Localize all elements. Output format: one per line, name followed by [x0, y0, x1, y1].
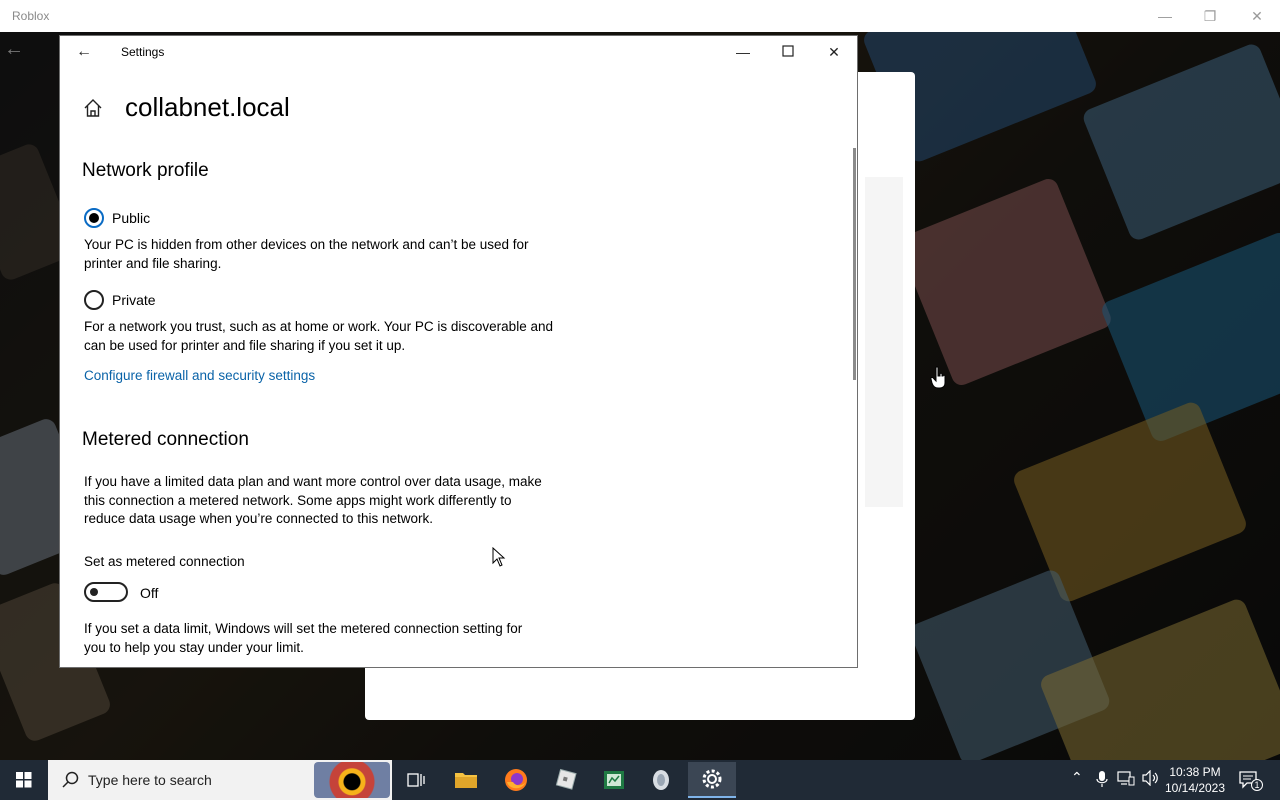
private-description: For a network you trust, such as at home… — [84, 319, 553, 353]
microphone-icon[interactable] — [1096, 770, 1108, 791]
page-title: collabnet.local — [125, 92, 290, 122]
restore-icon[interactable]: ❐ — [1198, 6, 1222, 26]
close-icon[interactable]: ✕ — [1245, 6, 1269, 26]
roblox-window-title: Roblox — [12, 9, 50, 23]
spreadsheet-app-icon[interactable] — [594, 764, 634, 796]
close-icon[interactable]: ✕ — [821, 40, 847, 64]
private-radio[interactable] — [84, 290, 104, 310]
show-hidden-icons-chevron-icon[interactable]: ⌃ — [1071, 769, 1083, 786]
firewall-settings-link[interactable]: Configure firewall and security settings — [84, 368, 315, 383]
metered-connection-heading: Metered connection — [82, 429, 249, 450]
volume-icon[interactable] — [1142, 769, 1160, 789]
taskbar: Type here to search ⌃ 10:38 PM 10/14/202… — [0, 760, 1280, 800]
maximize-icon[interactable] — [775, 40, 801, 64]
network-profile-heading: Network profile — [82, 160, 209, 181]
roblox-dialog-panel — [865, 177, 903, 507]
task-view-icon[interactable] — [396, 764, 436, 796]
search-placeholder: Type here to search — [88, 772, 212, 788]
roblox-titlebar: Roblox — ❐ ✕ — [0, 0, 1280, 32]
private-radio-label[interactable]: Private — [112, 292, 156, 308]
file-explorer-icon[interactable] — [446, 764, 486, 796]
roblox-back-arrow-icon[interactable]: ← — [4, 38, 24, 61]
clock-time: 10:38 PM — [1169, 765, 1221, 779]
taskbar-clock[interactable]: 10:38 PM 10/14/2023 — [1162, 764, 1228, 796]
metered-toggle-state: Off — [140, 585, 159, 601]
search-icon — [62, 771, 79, 788]
public-radio-label[interactable]: Public — [112, 210, 150, 226]
public-description: Your PC is hidden from other devices on … — [84, 237, 529, 271]
windows-logo-icon — [16, 772, 32, 788]
metered-toggle[interactable] — [84, 582, 128, 602]
metered-description: If you have a limited data plan and want… — [84, 474, 542, 526]
roblox-studio-icon[interactable] — [545, 764, 585, 796]
settings-titlebar: ← Settings — ✕ — [60, 36, 857, 68]
data-limit-description: If you set a data limit, Windows will se… — [84, 621, 523, 655]
notification-count-badge: 1 — [1251, 779, 1263, 791]
roblox-player-icon[interactable] — [641, 764, 681, 796]
firefox-icon[interactable] — [496, 764, 536, 796]
minimize-icon[interactable]: — — [1153, 6, 1177, 26]
start-button[interactable] — [0, 760, 48, 800]
scrollbar[interactable] — [853, 148, 856, 380]
network-icon[interactable] — [1117, 770, 1135, 789]
settings-taskbar-icon[interactable] — [688, 762, 736, 798]
settings-window: ← Settings — ✕ collabnet.local Network p… — [59, 35, 858, 668]
mouse-pointer-icon — [492, 547, 506, 567]
hand-cursor-icon — [930, 366, 946, 389]
back-arrow-icon[interactable]: ← — [74, 42, 94, 62]
public-radio[interactable] — [84, 208, 104, 228]
minimize-icon[interactable]: — — [730, 40, 756, 64]
settings-window-title: Settings — [121, 45, 165, 59]
metered-toggle-label: Set as metered connection — [84, 554, 245, 569]
action-center-icon[interactable]: 1 — [1238, 769, 1263, 794]
clock-date: 10/14/2023 — [1164, 781, 1226, 795]
home-icon[interactable] — [82, 97, 104, 119]
taskbar-search-box[interactable]: Type here to search — [48, 760, 392, 800]
search-highlight-image — [314, 762, 390, 798]
